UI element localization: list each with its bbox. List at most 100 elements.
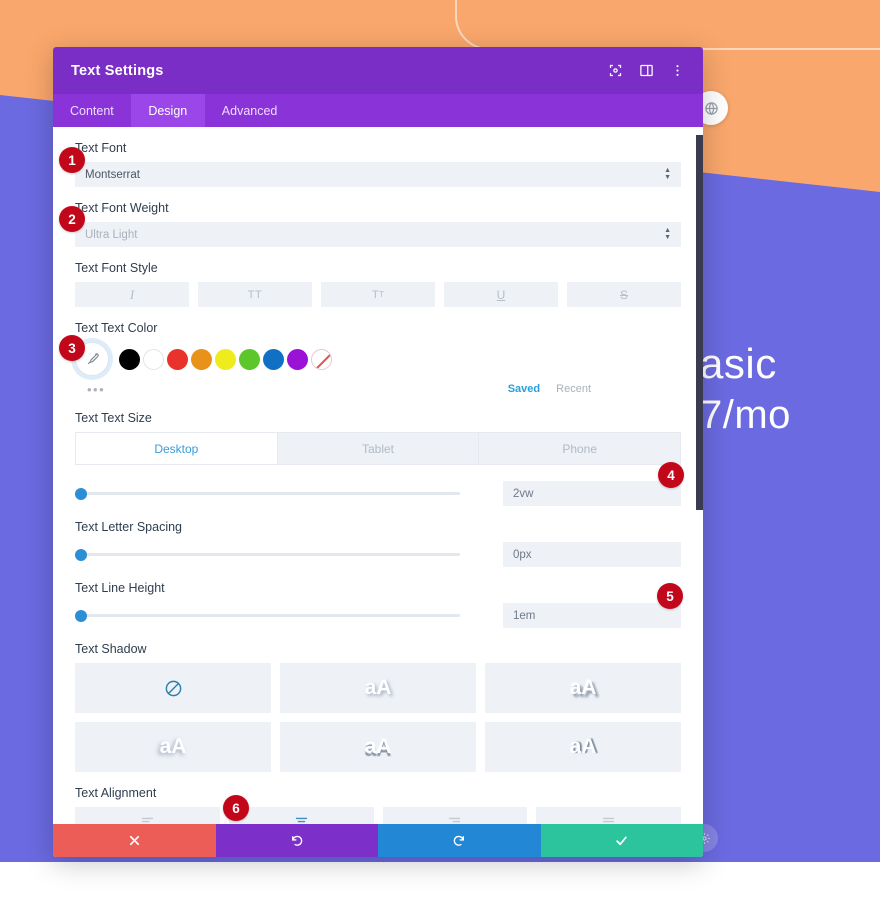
text-font-style-label: Text Font Style (75, 261, 158, 275)
device-tab-tablet[interactable]: Tablet (277, 433, 480, 464)
shadow-preview-glyph: aA (569, 735, 597, 758)
scrollbar-thumb[interactable] (696, 135, 703, 510)
letter-spacing-slider-row: 0px (75, 542, 681, 567)
letter-spacing-label: Text Letter Spacing (75, 520, 183, 534)
no-shadow-icon (165, 680, 181, 696)
screenshot-root: asic 7/mo Text Settings Content Design A… (0, 0, 880, 897)
shadow-style-4[interactable]: aA (280, 722, 476, 772)
layout-panel-icon[interactable] (639, 63, 654, 78)
swatch-green[interactable] (239, 348, 260, 370)
text-size-value[interactable]: 2vw (503, 481, 681, 506)
text-font-value: Montserrat (85, 168, 140, 181)
chevron-updown-icon: ▲ ▼ (664, 167, 671, 181)
line-height-label: Text Line Height (75, 581, 165, 595)
swatch-none[interactable] (311, 348, 332, 370)
letter-spacing-slider[interactable] (75, 548, 460, 562)
underline-glyph: U (496, 287, 506, 302)
slider-knob[interactable] (75, 548, 87, 561)
italic-icon[interactable]: I (75, 282, 189, 307)
shadow-none-option[interactable] (75, 663, 271, 713)
field-text-font-style: Text Font Style I TT TT U S (75, 247, 681, 307)
cancel-button[interactable] (53, 824, 216, 857)
text-settings-modal: Text Settings Content Design Advanced Te… (53, 47, 703, 857)
color-swatch-row (75, 342, 681, 376)
uppercase-icon[interactable]: TT (198, 282, 312, 307)
annotation-badge-5: 5 (657, 583, 683, 609)
more-colors-icon[interactable]: ••• (87, 382, 105, 397)
swatch-yellow[interactable] (215, 348, 236, 370)
color-subrow: ••• Saved Recent (75, 381, 681, 397)
tab-advanced[interactable]: Advanced (205, 94, 295, 127)
alignment-button-group (75, 807, 681, 824)
undo-button[interactable] (215, 824, 378, 857)
capitalize-glyph: T (371, 288, 380, 301)
text-size-slider[interactable] (75, 487, 460, 501)
underline-icon[interactable]: U (444, 282, 558, 307)
page-title: Text Settings (71, 62, 164, 79)
shadow-preview-glyph: aA (364, 735, 392, 758)
shadow-preview-glyph: aA (569, 676, 597, 699)
align-right-icon[interactable] (382, 807, 528, 824)
line-height-slider-row: 1em (75, 603, 681, 628)
device-tab-desktop[interactable]: Desktop (76, 433, 278, 464)
capitalize-icon[interactable]: TT (321, 282, 435, 307)
more-vertical-icon[interactable] (670, 63, 685, 78)
scrollbar-track[interactable] (696, 127, 703, 824)
shadow-preview-glyph: aA (364, 676, 392, 699)
text-size-slider-row: 2vw (75, 481, 681, 506)
device-tab-phone[interactable]: Phone (479, 433, 681, 464)
modal-tab-bar: Content Design Advanced (53, 94, 703, 127)
slider-knob[interactable] (75, 609, 87, 622)
field-text-font-weight: Text Font Weight Ultra Light ▲ ▼ (75, 187, 681, 247)
align-center-icon[interactable] (228, 807, 374, 824)
font-style-button-group: I TT TT U S (75, 282, 681, 307)
swatch-white[interactable] (143, 348, 164, 370)
line-height-slider[interactable] (75, 609, 460, 623)
swatch-blue[interactable] (263, 348, 284, 370)
text-shadow-label: Text Shadow (75, 642, 147, 656)
field-text-shadow: Text Shadow aA aA aA aA aA (75, 628, 681, 772)
save-button[interactable] (540, 824, 703, 857)
text-font-select[interactable]: Montserrat ▲ ▼ (75, 162, 681, 187)
slider-knob[interactable] (75, 487, 87, 500)
color-tab-recent[interactable]: Recent (556, 383, 591, 395)
text-shadow-grid: aA aA aA aA aA (75, 663, 681, 772)
annotation-badge-6: 6 (223, 795, 249, 821)
shadow-style-1[interactable]: aA (280, 663, 476, 713)
align-justify-icon[interactable] (536, 807, 681, 824)
shadow-preview-glyph: aA (159, 735, 187, 758)
color-tab-saved[interactable]: Saved (508, 383, 540, 395)
annotation-badge-1: 1 (59, 147, 85, 173)
field-text-alignment: Text Alignment (75, 772, 681, 824)
text-font-weight-select[interactable]: Ultra Light ▲ ▼ (75, 222, 681, 247)
text-font-label: Text Font (75, 141, 127, 155)
field-text-font: Text Font Montserrat ▲ ▼ (75, 127, 681, 187)
slider-track (75, 553, 460, 556)
header-icon-group (608, 63, 685, 78)
swatch-orange[interactable] (191, 348, 212, 370)
annotation-badge-3: 3 (59, 335, 85, 361)
redo-button[interactable] (378, 824, 541, 857)
strikethrough-icon[interactable]: S (567, 282, 681, 307)
strikethrough-glyph: S (619, 287, 628, 302)
text-font-weight-value: Ultra Light (85, 228, 138, 241)
text-color-label: Text Text Color (75, 321, 158, 335)
expand-icon[interactable] (608, 63, 623, 78)
line-height-value[interactable]: 1em (503, 603, 681, 628)
tab-content[interactable]: Content (53, 94, 131, 127)
shadow-style-5[interactable]: aA (485, 722, 681, 772)
swatch-black[interactable] (119, 348, 140, 370)
text-size-label: Text Text Size (75, 411, 152, 425)
field-text-color: Text Text Color ••• Saved Recent (75, 307, 681, 397)
shadow-style-2[interactable]: aA (485, 663, 681, 713)
align-left-icon[interactable] (75, 807, 220, 824)
swatch-purple[interactable] (287, 348, 308, 370)
letter-spacing-value[interactable]: 0px (503, 542, 681, 567)
close-icon (129, 835, 139, 846)
shadow-style-3[interactable]: aA (75, 722, 271, 772)
swatch-red[interactable] (167, 348, 188, 370)
text-font-weight-label: Text Font Weight (75, 201, 169, 215)
device-tab-group: Desktop Tablet Phone (75, 432, 681, 465)
field-text-size: Text Text Size Desktop Tablet Phone 2vw (75, 397, 681, 506)
tab-design[interactable]: Design (130, 94, 205, 127)
